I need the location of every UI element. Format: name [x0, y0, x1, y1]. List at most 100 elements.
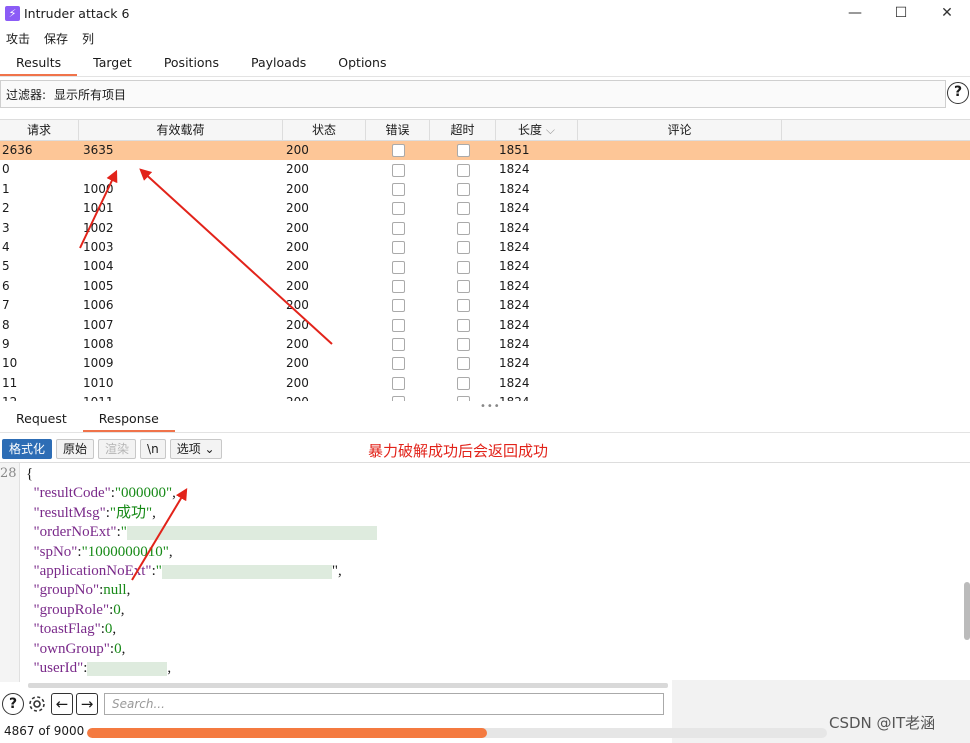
cell-status: 200	[286, 162, 309, 177]
col-length[interactable]: 长度 ⌵	[496, 120, 578, 140]
minimize-button[interactable]: —	[832, 0, 878, 26]
table-row[interactable]: 2636 3635 200 1851	[0, 141, 970, 161]
error-checkbox[interactable]	[391, 163, 405, 177]
timeout-checkbox[interactable]	[456, 279, 470, 293]
timeout-checkbox[interactable]	[456, 144, 470, 158]
pretty-button[interactable]: 格式化	[2, 439, 53, 459]
title-bar: ⚡ Intruder attack 6 — ☐ ✕	[0, 0, 970, 26]
options-label: 选项	[176, 442, 201, 456]
message-tabs: Request Response	[0, 407, 970, 433]
raw-button[interactable]: 原始	[56, 439, 95, 459]
error-checkbox[interactable]	[391, 396, 405, 401]
render-button[interactable]: 渲染	[98, 439, 137, 459]
timeout-checkbox[interactable]	[456, 202, 470, 216]
timeout-checkbox[interactable]	[456, 299, 470, 313]
error-checkbox[interactable]	[391, 182, 405, 196]
error-checkbox[interactable]	[391, 299, 405, 313]
error-checkbox[interactable]	[391, 221, 405, 235]
code-line: "groupNo":null,	[33, 582, 131, 599]
error-checkbox[interactable]	[391, 241, 405, 255]
tab-positions[interactable]: Positions	[148, 50, 235, 76]
timeout-checkbox[interactable]	[456, 376, 470, 390]
tab-request[interactable]: Request	[0, 407, 83, 432]
arrow-right-icon[interactable]: →	[76, 693, 98, 715]
menu-save[interactable]: 保存	[44, 30, 68, 47]
cell-timeout	[430, 316, 496, 335]
tab-results[interactable]: Results	[0, 50, 78, 76]
timeout-checkbox[interactable]	[456, 163, 470, 177]
arrow-left-icon[interactable]: ←	[51, 693, 73, 715]
cell-comment	[578, 335, 782, 354]
col-payload[interactable]: 有效载荷	[79, 120, 283, 140]
error-checkbox[interactable]	[391, 357, 405, 371]
timeout-checkbox[interactable]	[456, 182, 470, 196]
maximize-button[interactable]: ☐	[878, 0, 924, 26]
table-row[interactable]: 4 1003 200 1824	[0, 238, 970, 257]
cell-comment	[578, 199, 782, 218]
tab-payloads[interactable]: Payloads	[235, 50, 322, 76]
cell-status: 200	[286, 259, 309, 274]
col-request[interactable]: 请求	[0, 120, 79, 140]
tab-options[interactable]: Options	[322, 50, 402, 76]
table-header: 请求 有效载荷 状态 错误 超时 长度 ⌵ 评论	[0, 119, 970, 141]
table-row[interactable]: 6 1005 200 1824	[0, 277, 970, 296]
timeout-checkbox[interactable]	[456, 318, 470, 332]
cell-timeout	[430, 160, 496, 179]
menu-columns[interactable]: 列	[82, 30, 94, 47]
col-error[interactable]: 错误	[366, 120, 430, 140]
error-checkbox[interactable]	[391, 260, 405, 274]
search-input[interactable]: Search...	[104, 693, 664, 715]
timeout-checkbox[interactable]	[456, 221, 470, 235]
timeout-checkbox[interactable]	[456, 241, 470, 255]
table-row[interactable]: 2 1001 200 1824	[0, 199, 970, 218]
response-editor[interactable]: 28 { "resultCode":"000000", "resultMsg":…	[0, 462, 970, 682]
error-checkbox[interactable]	[391, 144, 405, 158]
table-row[interactable]: 3 1002 200 1824	[0, 219, 970, 238]
timeout-checkbox[interactable]	[456, 260, 470, 274]
cell-length: 1824	[496, 393, 578, 401]
error-checkbox[interactable]	[391, 279, 405, 293]
menu-attack[interactable]: 攻击	[6, 30, 30, 47]
cell-length: 1824	[499, 317, 530, 332]
json-punct: ,	[172, 485, 176, 502]
redacted-value	[87, 661, 168, 676]
close-button[interactable]: ✕	[924, 0, 970, 26]
table-row[interactable]: 11 1010 200 1824	[0, 374, 970, 393]
col-status[interactable]: 状态	[283, 120, 366, 140]
cell-comment	[578, 277, 782, 296]
options-dropdown[interactable]: 选项 ⌄	[169, 439, 222, 459]
newline-button[interactable]: \n	[140, 439, 166, 459]
tab-target[interactable]: Target	[77, 50, 148, 76]
timeout-checkbox[interactable]	[456, 396, 470, 401]
cell-status: 200	[286, 220, 309, 235]
col-timeout[interactable]: 超时	[430, 120, 496, 140]
cell-length: 1824	[499, 356, 530, 371]
timeout-checkbox[interactable]	[456, 357, 470, 371]
cell-timeout	[430, 374, 496, 393]
error-checkbox[interactable]	[391, 376, 405, 390]
table-row[interactable]: 7 1006 200 1824	[0, 296, 970, 315]
table-row[interactable]: 0 200 1824	[0, 160, 970, 179]
table-row[interactable]: 8 1007 200 1824	[0, 316, 970, 335]
help-icon-bottom[interactable]: ?	[2, 693, 24, 715]
gear-icon[interactable]	[26, 693, 48, 715]
error-checkbox[interactable]	[391, 202, 405, 216]
json-punct: ,	[168, 543, 173, 560]
col-comment[interactable]: 评论	[578, 120, 782, 140]
table-row[interactable]: 10 1009 200 1824	[0, 354, 970, 373]
table-row[interactable]: 9 1008 200 1824	[0, 335, 970, 354]
code-line: "applicationNoExt":" ",	[33, 563, 342, 580]
table-row[interactable]: 1 1000 200 1824	[0, 180, 970, 199]
timeout-checkbox[interactable]	[456, 338, 470, 352]
error-checkbox[interactable]	[391, 338, 405, 352]
table-row[interactable]: 5 1004 200 1824	[0, 257, 970, 276]
error-checkbox[interactable]	[391, 318, 405, 332]
cell-length: 1851	[499, 143, 530, 157]
table-row[interactable]: 121011200 1824	[0, 393, 970, 401]
json-key: "applicationNoExt"	[33, 563, 152, 580]
help-icon[interactable]: ?	[947, 82, 969, 104]
vertical-scrollbar[interactable]	[964, 582, 970, 640]
tab-response[interactable]: Response	[82, 407, 175, 432]
filter-bar[interactable]: 过滤器: 显示所有项目	[0, 80, 946, 108]
horizontal-scrollbar[interactable]	[28, 683, 668, 688]
